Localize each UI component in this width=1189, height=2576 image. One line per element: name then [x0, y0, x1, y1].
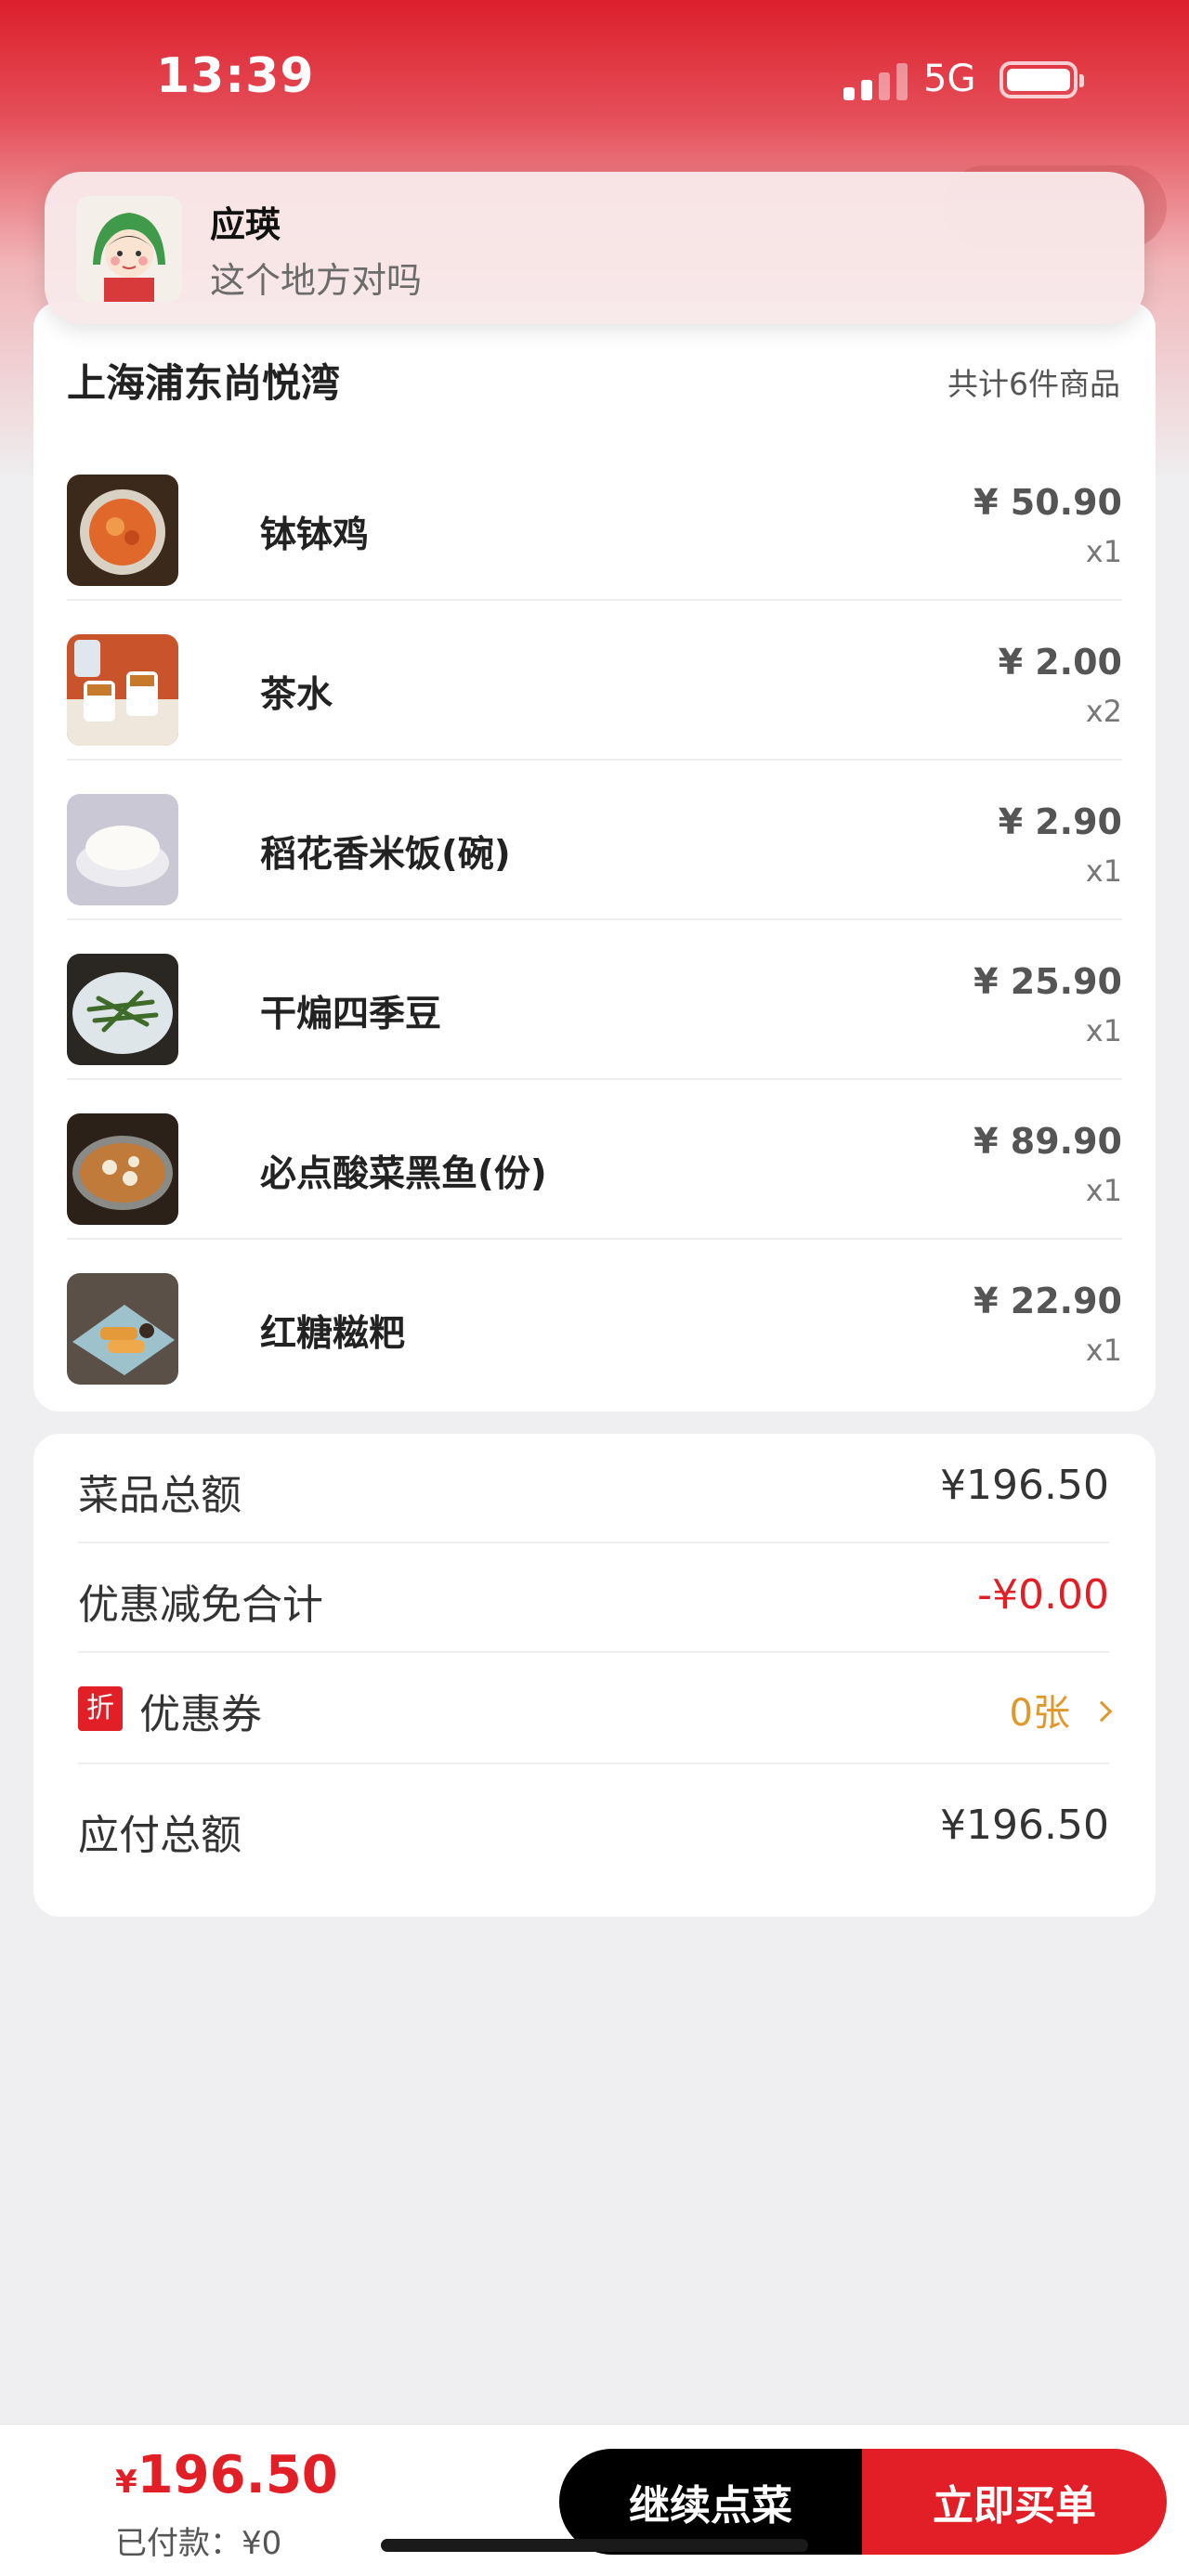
order-item[interactable]: 钵钵鸡 ¥ 50.90 x1: [67, 441, 1122, 601]
order-item[interactable]: 干煸四季豆 ¥ 25.90 x1: [67, 920, 1122, 1080]
total-value: 196.50: [137, 2445, 338, 2505]
item-qty: x1: [1085, 1173, 1122, 1208]
order-item[interactable]: 必点酸菜黑鱼(份) ¥ 89.90 x1: [67, 1080, 1122, 1240]
currency-symbol: ¥: [115, 2464, 137, 2501]
item-price: ¥ 89.90: [973, 1121, 1122, 1162]
item-price: ¥ 50.90: [973, 482, 1122, 523]
item-name: 必点酸菜黑鱼(份): [260, 1153, 547, 1195]
payable-label: 应付总额: [78, 1812, 242, 1859]
item-name: 茶水: [260, 674, 333, 716]
price-summary-card: 菜品总额 ¥196.50 优惠减免合计 -¥0.00 折 优惠券 0张 应付总额…: [33, 1434, 1156, 1917]
status-bar: 13:39 5G: [0, 0, 1189, 158]
discount-row: 优惠减免合计 -¥0.00: [78, 1543, 1109, 1653]
subtotal-row: 菜品总额 ¥196.50: [78, 1434, 1109, 1543]
item-name: 稻花香米饭(碗): [260, 834, 511, 876]
network-type: 5G: [923, 58, 976, 100]
total-amount: ¥196.50: [115, 2445, 338, 2505]
message-notification[interactable]: 应瑛 这个地方对吗: [45, 172, 1144, 324]
food-photo-tea: [67, 634, 178, 746]
subtotal-value: ¥196.50: [940, 1462, 1109, 1509]
item-name: 钵钵鸡: [260, 514, 370, 556]
payable-value: ¥196.50: [940, 1802, 1109, 1849]
food-photo-bobo-chicken: [67, 475, 178, 586]
item-qty: x1: [1085, 534, 1122, 569]
status-time: 13:39: [156, 48, 315, 104]
food-photo-ciba: [67, 1273, 178, 1385]
item-price: ¥ 25.90: [973, 961, 1122, 1002]
order-item[interactable]: 稻花香米饭(碗) ¥ 2.90 x1: [67, 761, 1122, 920]
item-qty: x1: [1085, 1333, 1122, 1368]
coupon-label: 优惠券: [139, 1691, 262, 1738]
item-name: 干煸四季豆: [260, 994, 442, 1035]
notification-sender: 应瑛: [210, 204, 281, 245]
discount-value: -¥0.00: [977, 1571, 1109, 1619]
item-qty: x1: [1085, 853, 1122, 889]
food-photo-rice: [67, 794, 178, 905]
item-qty: x1: [1085, 1013, 1122, 1048]
order-item[interactable]: 茶水 ¥ 2.00 x2: [67, 601, 1122, 761]
item-name: 红糖糍粑: [260, 1313, 406, 1355]
checkout-bar: ¥196.50 已付款：¥0 继续点菜 立即买单: [0, 2424, 1189, 2576]
discount-label: 优惠减免合计: [78, 1581, 323, 1629]
paid-amount: 已付款：¥0: [115, 2525, 282, 2562]
order-card: 上海浦东尚悦湾 共计6件商品 钵钵鸡 ¥ 50.90 x1 茶水 ¥ 2.00 …: [33, 302, 1156, 1412]
coupon-tag-icon: 折: [78, 1686, 123, 1731]
food-photo-green-beans: [67, 954, 178, 1065]
notification-message: 这个地方对吗: [210, 260, 423, 301]
item-qty: x2: [1085, 694, 1122, 729]
chevron-right-icon: [1091, 1700, 1113, 1723]
order-item[interactable]: 红糖糍粑 ¥ 22.90 x1: [67, 1240, 1122, 1399]
food-photo-fish: [67, 1113, 178, 1225]
signal-icon: [843, 59, 908, 100]
item-count: 共计6件商品: [947, 366, 1120, 402]
payable-row: 应付总额 ¥196.50: [78, 1764, 1109, 1885]
store-name: 上海浦东尚悦湾: [67, 360, 341, 406]
checkout-button[interactable]: 立即买单: [862, 2449, 1167, 2555]
subtotal-label: 菜品总额: [78, 1472, 242, 1519]
item-price: ¥ 2.90: [998, 801, 1122, 842]
coupon-count: 0张: [1009, 1692, 1070, 1735]
coupon-row[interactable]: 折 优惠券 0张: [78, 1653, 1113, 1764]
battery-icon: [1000, 61, 1084, 98]
home-indicator[interactable]: [381, 2539, 808, 2552]
item-price: ¥ 22.90: [973, 1281, 1122, 1321]
item-price: ¥ 2.00: [998, 642, 1122, 683]
coupon-value: 0张: [1009, 1683, 1113, 1737]
avatar: [76, 196, 182, 302]
